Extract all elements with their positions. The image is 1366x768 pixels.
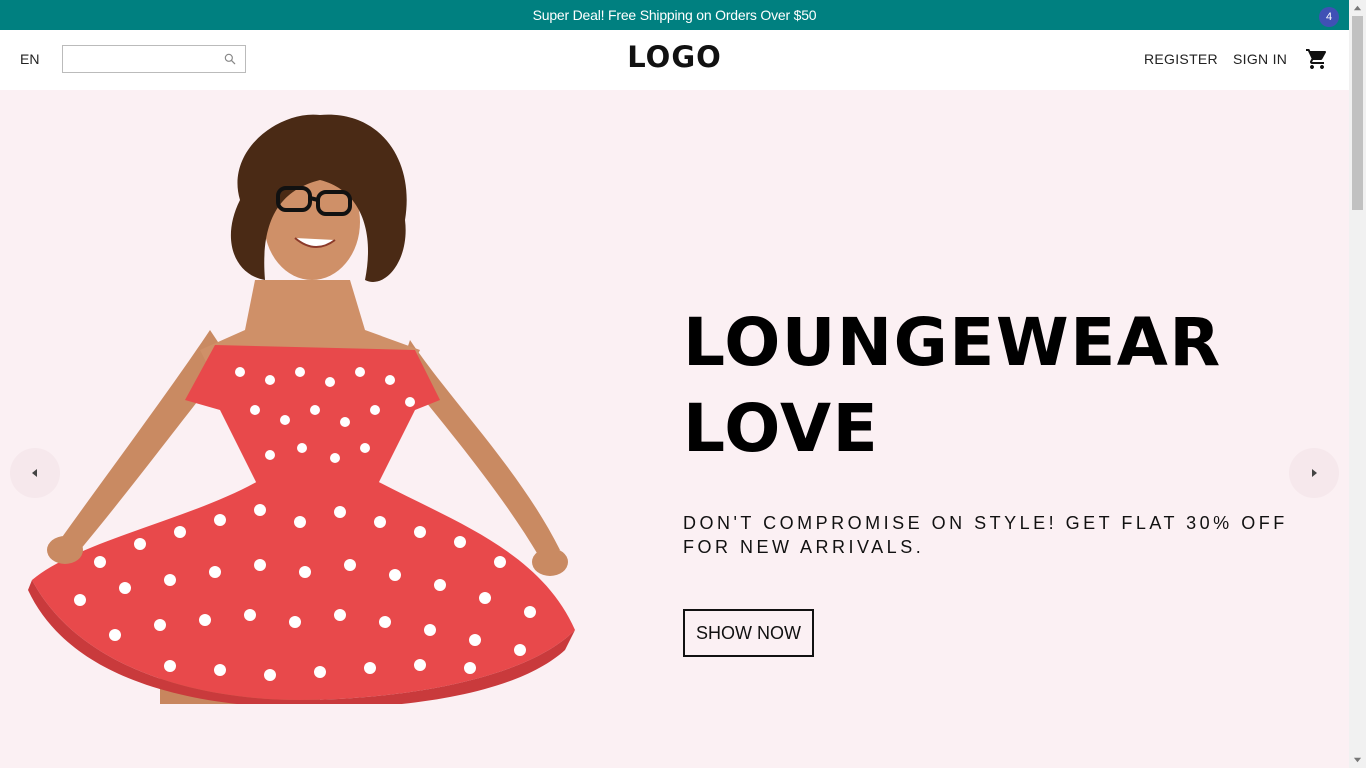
next-slide-button[interactable]	[1289, 448, 1339, 498]
scrollbar[interactable]	[1349, 0, 1366, 768]
scroll-down-icon[interactable]	[1353, 755, 1362, 764]
announcement-bar: Super Deal! Free Shipping on Orders Over…	[0, 0, 1349, 30]
headline-line-2: LOVE	[683, 390, 880, 467]
arrow-left-icon	[32, 469, 37, 477]
hero-headline: LOUNGEWEAR LOVE	[683, 300, 1303, 472]
signin-link[interactable]: SIGN IN	[1233, 51, 1287, 67]
navbar: EN LOGO REGISTER SIGN IN	[0, 30, 1349, 90]
arrow-right-icon	[1312, 469, 1317, 477]
search-icon[interactable]	[223, 52, 237, 66]
search-container	[62, 45, 246, 73]
show-now-button[interactable]: SHOW NOW	[683, 609, 814, 657]
cart-count-badge: 4	[1319, 7, 1339, 27]
shopping-cart-icon[interactable]	[1305, 47, 1329, 71]
language-selector[interactable]: EN	[20, 51, 39, 67]
hero-model-image	[28, 114, 575, 704]
scroll-up-icon[interactable]	[1353, 4, 1362, 13]
scrollbar-thumb[interactable]	[1352, 16, 1363, 210]
search-input[interactable]	[63, 46, 213, 72]
headline-line-1: LOUNGEWEAR	[683, 304, 1222, 381]
hero-subtitle: DON'T COMPROMISE ON STYLE! GET FLAT 30% …	[683, 513, 1288, 557]
logo[interactable]: LOGO	[627, 40, 722, 74]
register-link[interactable]: REGISTER	[1144, 51, 1218, 67]
hero-slider: LOUNGEWEAR LOVE DON'T COMPROMISE ON STYL…	[0, 90, 1349, 768]
announcement-text: Super Deal! Free Shipping on Orders Over…	[532, 7, 817, 23]
prev-slide-button[interactable]	[10, 448, 60, 498]
